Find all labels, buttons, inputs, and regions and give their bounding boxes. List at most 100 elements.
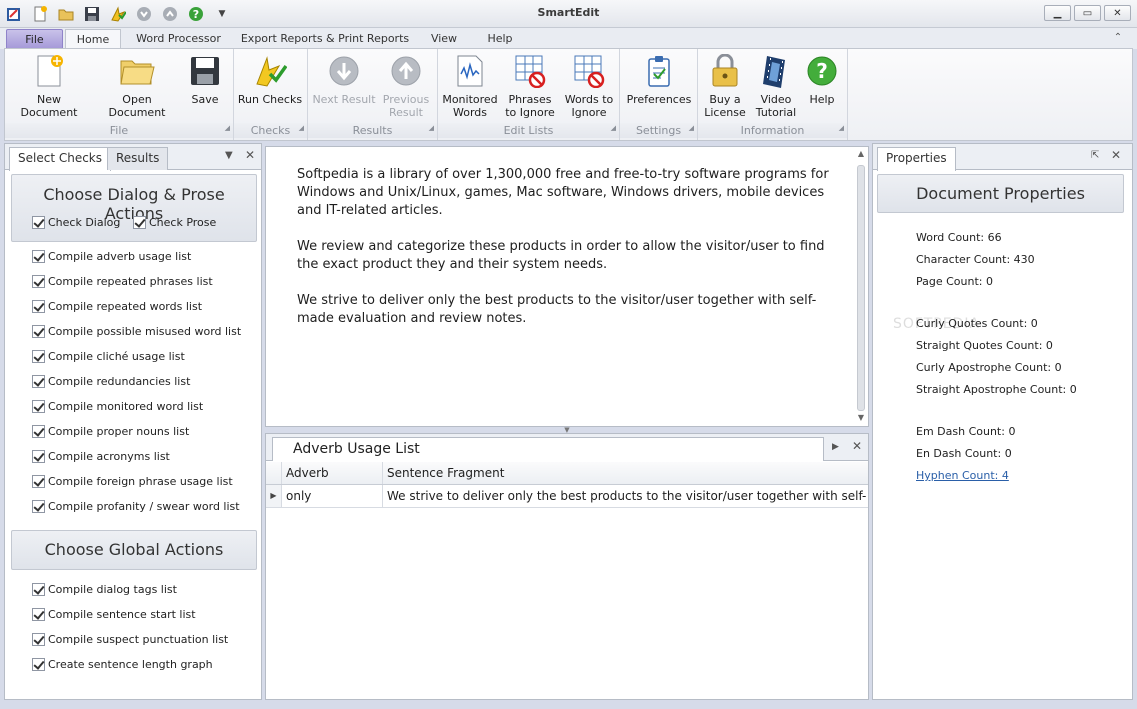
tab-view[interactable]: View	[424, 29, 464, 49]
run-icon[interactable]	[108, 4, 128, 24]
tab-adverb-usage-list[interactable]: Adverb Usage List	[272, 437, 824, 461]
minimize-icon: ▁	[1053, 7, 1062, 19]
group-label-settings: Settings ◢	[620, 123, 697, 138]
next-result-button[interactable]: Next Result	[312, 53, 376, 106]
run-checks-button[interactable]: Run Checks	[236, 53, 304, 106]
tab-properties[interactable]: Properties	[877, 147, 956, 171]
check-dialog-checkbox[interactable]: Check Dialog	[32, 216, 120, 229]
words-to-ignore-button[interactable]: Words to Ignore	[560, 53, 618, 119]
checkbox-checked-icon	[32, 633, 45, 646]
option-checkbox[interactable]: Compile redundancies list	[32, 375, 190, 388]
dialog-launcher-icon[interactable]: ◢	[839, 121, 844, 136]
tab-select-checks[interactable]: Select Checks	[9, 147, 111, 171]
previous-icon[interactable]	[160, 4, 180, 24]
maximize-icon: ▭	[1082, 7, 1093, 19]
option-checkbox[interactable]: Compile suspect punctuation list	[32, 633, 228, 646]
table-row[interactable]: ▶ only We strive to deliver only the bes…	[266, 485, 868, 508]
panel-close-icon[interactable]: ✕	[1111, 148, 1121, 162]
tab-export-reports[interactable]: Export Reports & Print Reports	[240, 29, 410, 49]
previous-result-label-1: Previous	[382, 93, 430, 106]
scroll-up-icon[interactable]: ▲	[855, 149, 867, 161]
group-file: New Document Open Document Save File ◢	[5, 49, 234, 140]
app-icon[interactable]	[4, 4, 24, 24]
open-document-button[interactable]: Open Document	[93, 53, 181, 119]
option-checkbox[interactable]: Compile sentence start list	[32, 608, 196, 621]
row-indicator-header	[266, 462, 282, 484]
option-checkbox[interactable]: Compile acronyms list	[32, 450, 170, 463]
tab-results[interactable]: Results	[107, 147, 169, 170]
checkbox-checked-icon	[32, 275, 45, 288]
option-checkbox[interactable]: Compile proper nouns list	[32, 425, 189, 438]
dialog-launcher-icon[interactable]: ◢	[689, 121, 694, 136]
ribbon-collapse-icon[interactable]: ⌃	[1111, 32, 1125, 46]
monitored-words-button[interactable]: Monitored Words	[440, 53, 500, 119]
option-label: Compile monitored word list	[48, 400, 204, 413]
help-circle-icon: ?	[804, 53, 840, 89]
document-editor[interactable]: Softpedia is a library of over 1,300,000…	[265, 146, 869, 427]
en-dash-count: En Dash Count: 0	[916, 447, 1012, 460]
minimize-button[interactable]: ▁	[1044, 5, 1071, 21]
tab-help[interactable]: Help	[480, 29, 520, 49]
option-label: Compile sentence start list	[48, 608, 196, 621]
dialog-launcher-icon[interactable]: ◢	[429, 121, 434, 136]
open-folder-icon	[119, 53, 155, 89]
check-prose-checkbox[interactable]: Check Prose	[133, 216, 216, 229]
option-checkbox[interactable]: Create sentence length graph	[32, 658, 213, 671]
document-text[interactable]: Softpedia is a library of over 1,300,000…	[297, 166, 837, 346]
option-checkbox[interactable]: Compile cliché usage list	[32, 350, 185, 363]
video-tutorial-button[interactable]: Video Tutorial	[752, 53, 800, 119]
phrases-to-ignore-button[interactable]: Phrases to Ignore	[500, 53, 560, 119]
option-checkbox[interactable]: Compile monitored word list	[32, 400, 203, 413]
tab-file[interactable]: File	[6, 29, 63, 49]
panel-pin-icon[interactable]: ⇱	[1091, 150, 1099, 161]
cell-sentence-fragment[interactable]: We strive to deliver only the best produ…	[383, 485, 866, 507]
words-to-ignore-label-2: Ignore	[571, 106, 607, 119]
hyphen-count-link[interactable]: Hyphen Count: 4	[916, 469, 1009, 482]
help-button[interactable]: ? Help	[800, 53, 844, 106]
dialog-prose-section: Choose Dialog & Prose Actions Check Dial…	[11, 174, 257, 242]
help-icon[interactable]: ?	[186, 4, 206, 24]
curly-apostrophe-count: Curly Apostrophe Count: 0	[916, 361, 1062, 374]
column-header-sentence-fragment[interactable]: Sentence Fragment	[383, 462, 866, 484]
option-checkbox[interactable]: Compile adverb usage list	[32, 250, 191, 263]
customize-icon[interactable]: ▼	[212, 4, 232, 24]
option-checkbox[interactable]: Compile foreign phrase usage list	[32, 475, 233, 488]
panel-close-icon[interactable]: ✕	[852, 439, 862, 453]
next-result-label: Next Result	[312, 93, 376, 106]
check-dialog-label: Check Dialog	[48, 216, 121, 229]
option-checkbox[interactable]: Compile dialog tags list	[32, 583, 177, 596]
new-document-button[interactable]: New Document	[9, 53, 89, 119]
dialog-launcher-icon[interactable]: ◢	[225, 121, 230, 136]
buy-license-button[interactable]: Buy a License	[700, 53, 750, 119]
global-actions-section: Choose Global Actions	[11, 530, 257, 570]
tab-home[interactable]: Home	[65, 29, 121, 49]
buy-license-label-1: Buy a	[709, 93, 741, 106]
option-checkbox[interactable]: Compile repeated phrases list	[32, 275, 213, 288]
previous-result-button[interactable]: Previous Result	[376, 53, 436, 119]
curly-quotes-count: Curly Quotes Count: 0	[916, 317, 1038, 330]
close-button[interactable]: ✕	[1104, 5, 1131, 21]
option-checkbox[interactable]: Compile possible misused word list	[32, 325, 241, 338]
save-icon[interactable]	[82, 4, 102, 24]
scroll-thumb[interactable]	[857, 165, 865, 411]
preferences-button[interactable]: Preferences	[624, 53, 694, 106]
maximize-button[interactable]: ▭	[1074, 5, 1101, 21]
dialog-launcher-icon[interactable]: ◢	[611, 121, 616, 136]
option-checkbox[interactable]: Compile repeated words list	[32, 300, 202, 313]
panel-scroll-right-icon[interactable]: ▶	[832, 442, 839, 452]
cell-adverb[interactable]: only	[282, 485, 383, 507]
dialog-launcher-icon[interactable]: ◢	[299, 121, 304, 136]
column-header-adverb[interactable]: Adverb	[282, 462, 383, 484]
page-count: Page Count: 0	[916, 275, 993, 288]
option-checkbox[interactable]: Compile profanity / swear word list	[32, 500, 240, 513]
ribbon: New Document Open Document Save File ◢ Ru…	[4, 48, 1133, 141]
panel-menu-icon[interactable]: ▼	[225, 150, 233, 161]
tab-word-processor[interactable]: Word Processor	[131, 29, 226, 49]
save-button[interactable]: Save	[183, 53, 227, 106]
new-icon[interactable]	[30, 4, 50, 24]
open-icon[interactable]	[56, 4, 76, 24]
editor-scrollbar[interactable]: ▲ ▼	[855, 149, 867, 425]
next-icon[interactable]	[134, 4, 154, 24]
scroll-down-icon[interactable]: ▼	[855, 413, 867, 425]
panel-close-icon[interactable]: ✕	[245, 148, 255, 162]
